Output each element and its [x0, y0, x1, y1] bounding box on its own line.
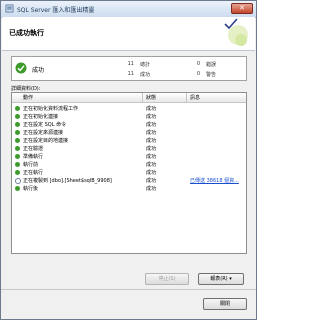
total-label: 總計: [140, 62, 151, 68]
table-row[interactable]: 執行後 成功: [12, 185, 246, 192]
footer-divider: [1, 289, 256, 290]
success-icon: [15, 106, 20, 111]
table-row[interactable]: 正在設定來源連接 成功: [12, 129, 246, 136]
table-row[interactable]: 執行前 成功: [12, 161, 246, 168]
row-status: 成功: [146, 170, 157, 176]
success-count: 11: [127, 71, 134, 77]
warning-label: 警告: [206, 72, 217, 78]
row-action: 正在複製到 [dbo].[Sheet$sqlB_9908]: [23, 178, 112, 184]
title-bar[interactable]: SQL Server 匯入和匯出精靈 ✕: [1, 1, 256, 18]
row-status: 成功: [146, 130, 157, 136]
row-status: 成功: [146, 122, 157, 128]
table-header: 動作 狀態 訊息: [12, 93, 246, 103]
table-row[interactable]: 正在執行 成功: [12, 169, 246, 176]
row-action: 執行前: [23, 162, 39, 168]
row-status: 成功: [146, 186, 157, 192]
result-label: 成功: [32, 67, 45, 74]
details-label: 詳細資料(D):: [11, 86, 41, 92]
table-row[interactable]: 正在設定 SQL 命令 成功: [12, 121, 246, 128]
total-count: 11: [127, 61, 134, 67]
warning-count: 0: [196, 71, 200, 77]
table-row[interactable]: 正在驗證 成功: [12, 145, 246, 152]
close-window-button[interactable]: ✕: [231, 3, 253, 14]
column-message[interactable]: 訊息: [190, 94, 200, 101]
success-icon: [15, 138, 20, 143]
page-heading: 已成功執行: [9, 29, 44, 37]
success-icon: [15, 114, 20, 119]
column-action[interactable]: 動作: [23, 94, 33, 101]
details-table[interactable]: 動作 狀態 訊息 正在初始化資料流程工作 成功 正在初始化連接 成功 正在設定 SQL …: [11, 92, 247, 254]
app-icon: [5, 4, 14, 13]
table-row[interactable]: 正在複製到 [dbo].[Sheet$sqlB_9908] 成功 已傳送 38618…: [12, 177, 246, 184]
column-divider[interactable]: [142, 93, 143, 102]
row-action: 正在設定來源連接: [23, 130, 64, 136]
row-action: 準備執行: [23, 154, 44, 160]
header-banner: 已成功執行: [2, 17, 255, 51]
table-row[interactable]: 正在初始化資料流程工作 成功: [12, 105, 246, 112]
window-title: SQL Server 匯入和匯出精靈: [17, 7, 95, 14]
column-status[interactable]: 狀態: [146, 94, 156, 101]
success-icon: [15, 186, 20, 191]
row-action: 執行後: [23, 186, 39, 192]
success-check-icon: [15, 62, 27, 74]
row-status: 成功: [146, 138, 157, 144]
row-status: 成功: [146, 114, 157, 120]
row-action: 正在設定 SQL 命令: [23, 122, 67, 128]
row-status: 成功: [146, 154, 157, 160]
success-icon: [15, 170, 20, 175]
success-icon: [15, 130, 20, 135]
table-row[interactable]: 正在設定目的地連接 成功: [12, 137, 246, 144]
row-action: 正在初始化連接: [23, 114, 59, 120]
success-icon: [15, 122, 20, 127]
row-action: 正在初始化資料流程工作: [23, 106, 79, 112]
row-status: 成功: [146, 146, 157, 152]
success-label: 成功: [140, 72, 151, 78]
success-icon: [15, 154, 20, 159]
row-status: 成功: [146, 178, 157, 184]
table-row[interactable]: 正在初始化連接 成功: [12, 113, 246, 120]
row-status: 成功: [146, 106, 157, 112]
report-button[interactable]: 報表(R) ▾: [198, 273, 244, 285]
close-button[interactable]: 關閉: [203, 298, 247, 310]
wizard-window: SQL Server 匯入和匯出精靈 ✕ 已成功執行 成功 11 總計 11 成…: [0, 0, 257, 320]
row-action: 正在設定目的地連接: [23, 138, 69, 144]
row-message-link[interactable]: 已傳送 38618 個資...: [190, 177, 239, 184]
table-row[interactable]: 準備執行 成功: [12, 153, 246, 160]
result-summary: 成功 11 總計 11 成功 0 錯誤 0 警告: [11, 56, 247, 81]
row-status: 成功: [146, 162, 157, 168]
row-action: 正在執行: [23, 170, 44, 176]
success-logo-icon: [224, 18, 248, 46]
success-icon: [15, 146, 20, 151]
info-icon: [15, 178, 21, 184]
error-count: 0: [196, 61, 200, 67]
column-divider[interactable]: [186, 93, 187, 102]
error-label: 錯誤: [206, 62, 217, 68]
success-icon: [15, 162, 20, 167]
row-action: 正在驗證: [23, 146, 44, 152]
stop-button[interactable]: 停止(S): [145, 273, 189, 285]
